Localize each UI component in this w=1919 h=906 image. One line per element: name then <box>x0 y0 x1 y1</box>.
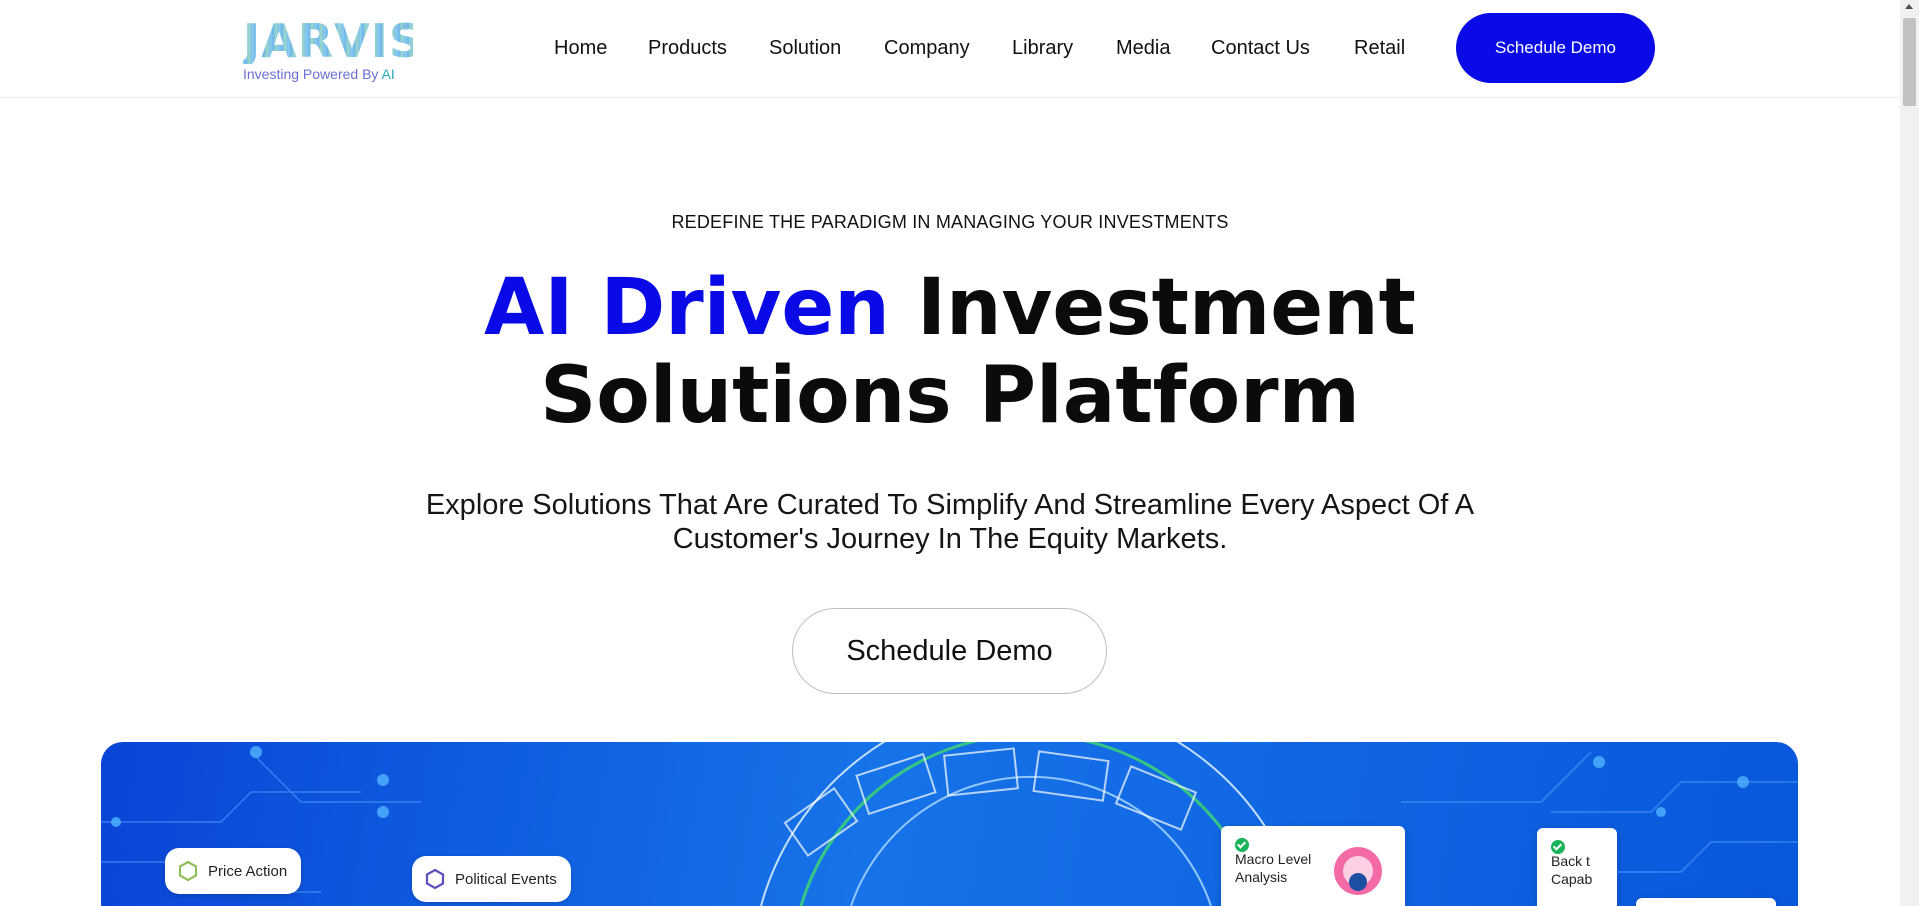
card-back-capab: Back t Capab <box>1537 828 1617 906</box>
donut-chart-icon <box>1334 847 1382 895</box>
page-scrollbar[interactable] <box>1900 0 1919 906</box>
chip-price-action: Price Action <box>165 848 302 894</box>
small-white-card <box>1636 898 1776 906</box>
hero-eyebrow: REDEFINE THE PARADIGM IN MANAGING YOUR I… <box>671 212 1229 232</box>
logo-wordmark: JARVIS <box>243 14 423 68</box>
scroll-up-arrow-icon[interactable] <box>1905 4 1913 9</box>
hexagon-icon <box>178 860 198 882</box>
nav-solution[interactable]: Solution <box>769 34 841 62</box>
headline-highlight: AI Driven <box>484 263 890 353</box>
nav-company[interactable]: Company <box>884 34 970 62</box>
card-macro-level-analysis: Macro Level Analysis <box>1221 826 1405 906</box>
schedule-demo-header-button[interactable]: Schedule Demo <box>1456 13 1655 83</box>
nav-contact-us[interactable]: Contact Us <box>1211 34 1310 62</box>
logo-tagline-prefix: Investing Powered By <box>243 66 382 82</box>
hero-headline: AI Driven Investment Solutions Platform <box>0 264 1900 440</box>
nav-media[interactable]: Media <box>1116 34 1170 62</box>
hero-subheadline: Explore Solutions That Are Curated To Si… <box>425 489 1475 555</box>
chip-label: Price Action <box>208 862 288 880</box>
chip-label: Political Events <box>455 870 557 888</box>
nav-home[interactable]: Home <box>554 34 607 62</box>
card-label: Back t Capab <box>1551 853 1593 887</box>
card-label: Macro Level Analysis <box>1235 851 1312 885</box>
logo-tagline: Investing Powered By AI <box>243 66 395 82</box>
nav-retail[interactable]: Retail <box>1354 34 1405 62</box>
nav-library[interactable]: Library <box>1012 34 1073 62</box>
hexagon-icon <box>425 868 445 890</box>
site-header: JARVIS ® Investing Powered By AI Home Pr… <box>0 0 1900 98</box>
headline-line1-rest: Investment <box>889 263 1416 353</box>
registered-mark: ® <box>402 22 409 32</box>
logo-tagline-ai: AI <box>381 66 395 82</box>
jarvis-logo[interactable]: JARVIS ® Investing Powered By AI <box>243 14 423 84</box>
scroll-thumb[interactable] <box>1903 18 1916 106</box>
chip-political-events: Political Events <box>412 856 571 902</box>
hero-banner: Price Action Political Events Macro Leve… <box>101 742 1798 906</box>
nav-products[interactable]: Products <box>648 34 727 62</box>
headline-line2: Solutions Platform <box>540 351 1360 441</box>
schedule-demo-hero-button[interactable]: Schedule Demo <box>792 608 1107 694</box>
